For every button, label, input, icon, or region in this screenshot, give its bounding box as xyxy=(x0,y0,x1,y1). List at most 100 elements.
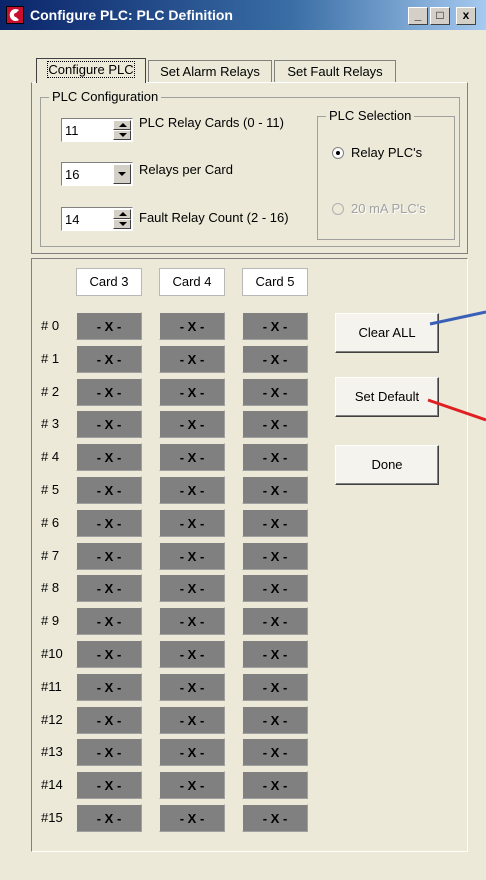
row-label: #14 xyxy=(41,777,63,792)
relay-cell[interactable]: - X - xyxy=(76,345,142,373)
plc-configuration-group: PLC Configuration 11 PLC Relay Cards (0 … xyxy=(40,89,460,247)
relay-cell[interactable]: - X - xyxy=(76,476,142,504)
relay-cell[interactable]: - X - xyxy=(242,345,308,373)
relays-per-card-label: Relays per Card xyxy=(139,162,233,177)
relay-cell[interactable]: - X - xyxy=(242,574,308,602)
tab-page-configure-plc: PLC Configuration 11 PLC Relay Cards (0 … xyxy=(31,82,468,254)
relay-cell[interactable]: - X - xyxy=(76,378,142,406)
arrow-down-icon xyxy=(119,222,127,226)
title-bar[interactable]: Configure PLC: PLC Definition _ □ x xyxy=(0,0,486,30)
row-label: # 8 xyxy=(41,580,60,595)
column-header-card-3: Card 3 xyxy=(76,268,142,296)
relay-cell[interactable]: - X - xyxy=(76,706,142,734)
relay-cards-up-button[interactable] xyxy=(113,120,131,130)
set-default-button[interactable]: Set Default xyxy=(335,377,439,417)
arrow-up-icon xyxy=(119,212,127,216)
plc-configuration-title: PLC Configuration xyxy=(49,89,162,104)
chevron-down-icon[interactable] xyxy=(113,164,131,184)
20ma-plc-label: 20 mA PLC's xyxy=(351,201,426,216)
relay-plc-label: Relay PLC's xyxy=(351,145,423,160)
relay-cell[interactable]: - X - xyxy=(242,443,308,471)
relay-cell[interactable]: - X - xyxy=(76,673,142,701)
tab-set-fault-relays[interactable]: Set Fault Relays xyxy=(274,60,396,82)
relay-cell[interactable]: - X - xyxy=(159,542,225,570)
relay-cell[interactable]: - X - xyxy=(159,443,225,471)
relay-cell[interactable]: - X - xyxy=(159,378,225,406)
relay-cards-label: PLC Relay Cards (0 - 11) xyxy=(139,115,284,130)
row-label: # 6 xyxy=(41,515,60,530)
relay-cell[interactable]: - X - xyxy=(76,410,142,438)
arrow-down-icon xyxy=(119,133,127,137)
relay-cell[interactable]: - X - xyxy=(242,476,308,504)
relay-cell[interactable]: - X - xyxy=(159,607,225,635)
tab-set-alarm-relays[interactable]: Set Alarm Relays xyxy=(148,60,272,82)
relay-cards-spinner[interactable]: 11 xyxy=(61,118,133,142)
fault-relay-count-spinner[interactable]: 14 xyxy=(61,207,133,231)
fault-relay-count-down-button[interactable] xyxy=(113,219,131,229)
fault-relay-count-up-button[interactable] xyxy=(113,209,131,219)
row-label: # 4 xyxy=(41,449,60,464)
20ma-plc-radio xyxy=(332,203,344,215)
relay-cell[interactable]: - X - xyxy=(159,738,225,766)
relay-cell[interactable]: - X - xyxy=(76,509,142,537)
relay-cell[interactable]: - X - xyxy=(242,378,308,406)
relay-cell[interactable]: - X - xyxy=(76,607,142,635)
relay-cell[interactable]: - X - xyxy=(159,574,225,602)
relay-cell[interactable]: - X - xyxy=(242,312,308,340)
row-label: #13 xyxy=(41,744,63,759)
relay-cards-value: 11 xyxy=(65,123,79,138)
row-label: #11 xyxy=(41,679,62,694)
relay-cell[interactable]: - X - xyxy=(242,673,308,701)
relay-cell[interactable]: - X - xyxy=(242,738,308,766)
tab-configure-plc[interactable]: Configure PLC xyxy=(36,58,146,83)
relay-cell[interactable]: - X - xyxy=(76,542,142,570)
relay-cell[interactable]: - X - xyxy=(76,804,142,832)
done-button[interactable]: Done xyxy=(335,445,439,485)
relay-cell[interactable]: - X - xyxy=(242,771,308,799)
relay-cell[interactable]: - X - xyxy=(159,804,225,832)
relay-cell[interactable]: - X - xyxy=(159,410,225,438)
relay-cell[interactable]: - X - xyxy=(242,542,308,570)
relay-cell[interactable]: - X - xyxy=(159,509,225,537)
clear-all-button[interactable]: Clear ALL xyxy=(335,313,439,353)
row-label: #10 xyxy=(41,646,63,661)
relay-cell[interactable]: - X - xyxy=(76,738,142,766)
minimize-button[interactable]: _ xyxy=(408,7,428,25)
relay-cell[interactable]: - X - xyxy=(159,673,225,701)
relay-plc-radio[interactable] xyxy=(332,147,344,159)
relay-cell[interactable]: - X - xyxy=(242,640,308,668)
relays-per-card-value: 16 xyxy=(65,167,80,182)
row-label: #15 xyxy=(41,810,63,825)
relay-cell[interactable]: - X - xyxy=(76,574,142,602)
relay-cell[interactable]: - X - xyxy=(76,640,142,668)
row-label: # 7 xyxy=(41,548,60,563)
relay-cell[interactable]: - X - xyxy=(76,771,142,799)
app-logo-icon xyxy=(6,6,24,24)
close-button[interactable]: x xyxy=(456,7,476,25)
relay-cell[interactable]: - X - xyxy=(76,312,142,340)
relay-cards-down-button[interactable] xyxy=(113,130,131,140)
relay-cell[interactable]: - X - xyxy=(242,410,308,438)
window-title: Configure PLC: PLC Definition xyxy=(30,7,233,23)
relays-per-card-select[interactable]: 16 xyxy=(61,162,133,186)
relay-cell[interactable]: - X - xyxy=(159,345,225,373)
relay-cell[interactable]: - X - xyxy=(76,443,142,471)
relay-cell[interactable]: - X - xyxy=(159,640,225,668)
relay-cell[interactable]: - X - xyxy=(242,607,308,635)
column-header-card-4: Card 4 xyxy=(159,268,225,296)
relay-cell[interactable]: - X - xyxy=(159,771,225,799)
relay-cell[interactable]: - X - xyxy=(242,706,308,734)
relay-cell[interactable]: - X - xyxy=(242,804,308,832)
fault-relay-count-label: Fault Relay Count (2 - 16) xyxy=(139,210,289,225)
maximize-button[interactable]: □ xyxy=(430,7,450,25)
fault-relay-count-value: 14 xyxy=(65,212,80,227)
row-label: # 1 xyxy=(41,351,60,366)
relay-cell[interactable]: - X - xyxy=(159,312,225,340)
relay-cell[interactable]: - X - xyxy=(159,476,225,504)
plc-selection-title: PLC Selection xyxy=(326,108,415,123)
row-label: # 3 xyxy=(41,416,60,431)
plc-selection-group: PLC Selection Relay PLC's 20 mA PLC's xyxy=(317,108,455,240)
relay-cell[interactable]: - X - xyxy=(159,706,225,734)
row-label: # 9 xyxy=(41,613,60,628)
relay-cell[interactable]: - X - xyxy=(242,509,308,537)
